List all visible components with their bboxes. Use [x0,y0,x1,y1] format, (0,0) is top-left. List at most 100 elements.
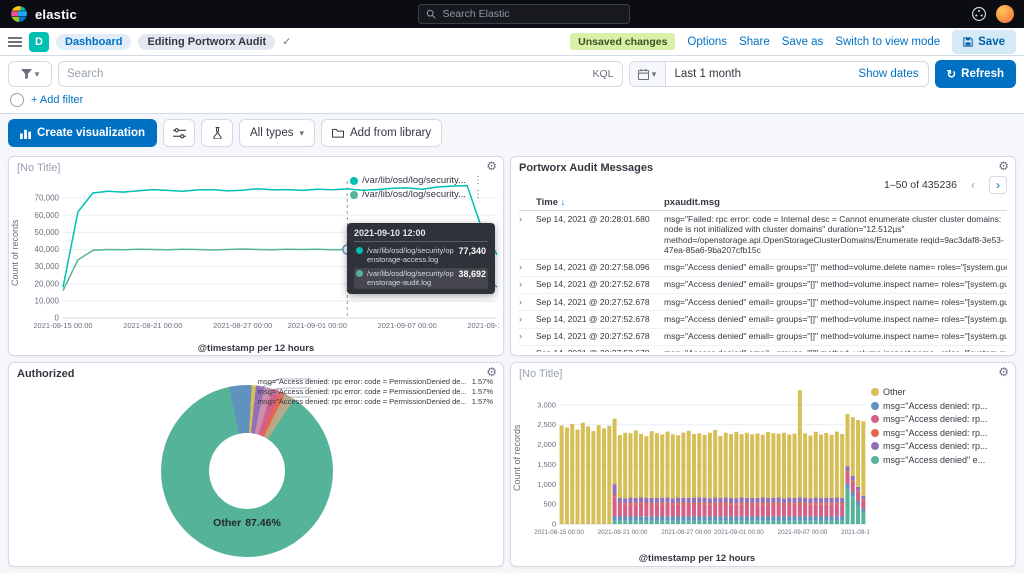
dashboard-nav: D Dashboard Editing Portworx Audit ✓ Uns… [0,28,1024,56]
panel-title: Portworx Audit Messages [519,162,654,174]
time-range-value[interactable]: Last 1 month [666,68,750,80]
labs-button[interactable] [201,119,234,147]
caret-down-icon: ▾ [651,68,657,79]
expand-row-icon[interactable]: › [519,297,532,308]
create-visualization-button[interactable]: Create visualization [8,119,158,147]
svg-text:20,000: 20,000 [35,279,60,288]
calendar-menu-button[interactable]: ▾ [629,62,666,86]
table-row[interactable]: › Sep 14, 2021 @ 20:27:52.678 msg="Acces… [519,329,1007,346]
svg-text:2021-09-07 00:00: 2021-09-07 00:00 [778,529,828,535]
legend-item[interactable]: msg="Access denied" e... [871,455,1011,465]
options-button[interactable]: Options [687,36,727,48]
series-dot [356,247,363,254]
share-button[interactable]: Share [739,36,770,48]
refresh-icon: ↻ [946,69,957,81]
table-row[interactable]: › Sep 14, 2021 @ 20:27:58.096 msg="Acces… [519,260,1007,277]
apps-grid-icon[interactable] [972,7,986,21]
legend-item[interactable]: Other [871,387,1011,397]
dashboard-app-icon[interactable]: D [29,31,49,52]
switch-view-mode-button[interactable]: Switch to view mode [835,36,940,48]
caret-down-icon: ▾ [299,127,305,138]
table-row[interactable]: › Sep 14, 2021 @ 20:27:52.678 msg="Acces… [519,294,1007,312]
elastic-logo[interactable] [10,5,28,23]
expand-row-icon[interactable]: › [519,314,532,325]
series-dot [871,401,879,410]
saved-query-menu-button[interactable]: ▾ [8,61,52,87]
gear-icon[interactable]: ⚙ [998,159,1009,173]
callout-label: msg="Access denied: rpc error: code = Pe… [257,377,493,386]
panel-line-chart: [No Title] ⚙ /var/lib/osd/log/security..… [8,156,504,356]
edit-controls-button[interactable] [163,119,196,147]
panel-title: Authorized [17,368,75,380]
filter-set-icon[interactable] [10,92,24,107]
expand-row-icon[interactable]: › [519,214,532,225]
column-header-time[interactable]: Time ↓ [536,197,660,208]
svg-text:2021-08-15 00:00: 2021-08-15 00:00 [534,529,584,535]
legend-item[interactable]: msg="Access denied: rp... [871,414,1011,424]
hamburger-menu-icon[interactable] [8,36,22,48]
panel-type-filter[interactable]: All types ▾ [239,119,316,147]
legend-item[interactable]: msg="Access denied: rp... [871,441,1011,451]
table-row[interactable]: › Sep 14, 2021 @ 20:27:52.678 msg="Acces… [519,311,1007,329]
avatar[interactable] [996,5,1014,23]
search-icon [427,9,436,19]
save-as-button[interactable]: Save as [782,36,824,48]
audit-table: Time ↓ pxaudit.msg › Sep 14, 2021 @ 20:2… [519,195,1007,352]
prev-page-button[interactable]: ‹ [964,176,982,194]
refresh-button[interactable]: ↻ Refresh [934,60,1016,88]
controls-icon [172,127,186,138]
dashboard-grid: [No Title] ⚙ /var/lib/osd/log/security..… [0,152,1024,573]
save-button[interactable]: Save [952,29,1016,54]
table-row[interactable]: › Sep 14, 2021 @ 20:28:01.680 msg="Faile… [519,211,1007,260]
series-dot [871,428,879,437]
legend-item[interactable]: /var/lib/osd/log/security... ⋮ [350,175,483,186]
flask-icon [212,127,222,139]
series-dot [350,176,359,185]
donut-chart[interactable]: Other 87.46% [161,385,333,557]
global-search[interactable] [418,4,631,24]
expand-row-icon[interactable]: › [519,348,532,352]
legend-item[interactable]: /var/lib/osd/log/security... ⋮ [350,189,483,200]
legend-item[interactable]: msg="Access denied: rp... [871,401,1011,411]
kebab-menu-icon[interactable]: ⋮ [473,175,483,186]
series-dot [871,442,879,450]
series-dot [871,415,879,423]
expand-row-icon[interactable]: › [519,279,532,290]
expand-row-icon[interactable]: › [519,262,532,273]
gear-icon[interactable]: ⚙ [486,159,497,173]
series-dot [350,190,359,199]
panel-audit-table: Portworx Audit Messages ⚙ 1–50 of 435236… [510,156,1016,356]
gear-icon[interactable]: ⚙ [486,365,497,379]
svg-text:2021-08-27 00:00: 2021-08-27 00:00 [661,529,711,535]
legend-item[interactable]: msg="Access denied: rp... [871,428,1011,438]
gear-icon[interactable]: ⚙ [998,365,1009,379]
svg-text:10,000: 10,000 [35,296,60,305]
global-search-input[interactable] [442,8,623,20]
bar-chart[interactable]: 0 500 1,000 1,500 2,000 2,500 3,000 2021-08-15 … [525,385,869,535]
line-legend: /var/lib/osd/log/security... ⋮ /var/lib/… [350,175,483,200]
breadcrumb-editing-dashboard[interactable]: Editing Portworx Audit [138,33,276,50]
table-header-row: Time ↓ pxaudit.msg [519,195,1007,211]
donut-callouts: msg="Access denied: rpc error: code = Pe… [258,377,493,406]
show-dates-button[interactable]: Show dates [858,68,927,80]
kql-search-input[interactable] [67,68,587,80]
svg-text:2021-09-07 00:00: 2021-09-07 00:00 [378,321,437,329]
folder-icon [332,128,344,138]
column-header-msg[interactable]: pxaudit.msg [664,197,1007,208]
kql-label[interactable]: KQL [593,68,614,80]
add-filter-button[interactable]: + Add filter [31,94,83,106]
table-row[interactable]: › Sep 14, 2021 @ 20:27:52.678 msg="Acces… [519,277,1007,294]
svg-text:50,000: 50,000 [35,228,60,237]
breadcrumb-dashboard[interactable]: Dashboard [56,33,132,50]
next-page-button[interactable]: › [989,176,1007,194]
table-row[interactable]: › Sep 14, 2021 @ 20:27:52.678 msg="Acces… [519,346,1007,352]
add-from-library-button[interactable]: Add from library [321,119,443,147]
x-axis-title: @timestamp per 12 hours [197,343,315,354]
panel-title: [No Title] [17,162,61,174]
save-icon [963,36,973,47]
expand-row-icon[interactable]: › [519,331,532,342]
kebab-menu-icon[interactable]: ⋮ [473,189,483,200]
unsaved-changes-badge: Unsaved changes [570,33,676,50]
callout-label: msg="Access denied: rpc error: code = Pe… [257,397,493,406]
kql-search-box[interactable]: KQL [58,61,623,87]
